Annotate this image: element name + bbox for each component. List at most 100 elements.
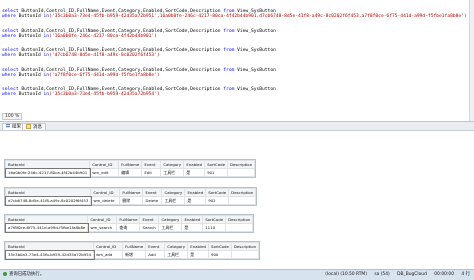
- column-header[interactable]: ButtonId: [4, 242, 95, 251]
- table-cell[interactable]: 是: [183, 168, 206, 177]
- table-cell[interactable]: Delete: [142, 196, 163, 205]
- sql-line-10[interactable]: where ButtonId in('35c3b0a3-73e4-45fb-b9…: [2, 92, 160, 97]
- table-cell[interactable]: 工具栏: [158, 223, 183, 232]
- table-cell[interactable]: 16a0b0fe-246c-4217-80ca-4f42b44b901: [4, 167, 91, 178]
- table-cell[interactable]: wm_delete: [90, 196, 121, 205]
- sql-token: from: [223, 68, 238, 73]
- column-header[interactable]: FullName: [118, 160, 143, 169]
- column-header[interactable]: ButtonId: [4, 215, 89, 224]
- column-header[interactable]: SortCode: [205, 188, 230, 197]
- sql-token: where: [2, 73, 19, 78]
- tab-messages[interactable]: 消息: [22, 123, 46, 131]
- status-database: DB_BugCloud: [397, 272, 427, 277]
- sql-line-8[interactable]: where ButtonId in('a7f8f0ce-6f75-441d-a9…: [2, 73, 160, 78]
- table-cell[interactable]: wm_add: [93, 250, 124, 259]
- column-header[interactable]: Category: [158, 215, 183, 224]
- column-header[interactable]: FullName: [122, 242, 147, 251]
- table-cell[interactable]: [225, 223, 254, 232]
- table-cell[interactable]: 删除: [119, 196, 144, 205]
- sql-line-4[interactable]: where ButtonId in('16a0b0fe-246c-4217-80…: [2, 34, 157, 39]
- table-cell[interactable]: 901: [204, 168, 228, 177]
- sql-token: where: [2, 14, 19, 19]
- table-cell[interactable]: 是: [187, 250, 209, 259]
- column-header[interactable]: FullName: [119, 188, 144, 197]
- column-header[interactable]: Enabled: [183, 160, 206, 169]
- column-header[interactable]: Control_ID: [87, 215, 118, 224]
- table-cell[interactable]: 新增: [122, 250, 147, 259]
- status-time: 00:00:00: [434, 272, 454, 277]
- column-header[interactable]: Control_ID: [89, 160, 120, 169]
- result-grid-3[interactable]: ButtonId Control_ID FullName Event Category E…: [4, 214, 255, 233]
- column-header[interactable]: Category: [164, 242, 189, 251]
- results-tab-bar: 结果 消息: [0, 122, 474, 131]
- grid-icon: [6, 124, 10, 128]
- column-header[interactable]: Description: [228, 188, 257, 197]
- column-header[interactable]: Event: [142, 188, 163, 197]
- table-cell[interactable]: Search: [139, 223, 160, 232]
- zoom-dropdown[interactable]: 100 %: [2, 113, 23, 120]
- column-header[interactable]: ButtonId: [4, 160, 91, 169]
- status-rows: 4 行: [461, 272, 470, 277]
- table-cell[interactable]: 900: [207, 250, 232, 259]
- tab-messages-label: 消息: [33, 125, 42, 130]
- table-row[interactable]: 16a0b0fe-246c-4217-80ca-4f42b44b901 wm_ed…: [4, 167, 256, 178]
- table-cell[interactable]: [226, 168, 256, 177]
- table-row[interactable]: 35c3b0a3-73e4-45fb-b959-42d35a72b954 wm_a…: [4, 249, 260, 260]
- column-header[interactable]: Control_ID: [90, 188, 121, 197]
- column-header[interactable]: Event: [145, 242, 166, 251]
- editor-scrollbar[interactable]: [469, 0, 474, 121]
- column-header[interactable]: Category: [161, 188, 186, 197]
- sql-line-2[interactable]: where ButtonId in('35c3b0a3-73e4-45fb-b9…: [2, 14, 467, 19]
- column-header[interactable]: Enabled: [187, 242, 209, 251]
- table-cell[interactable]: 是: [184, 196, 207, 205]
- sql-line-6[interactable]: where ButtonId in('d7cb6748-8d5e-41f8-a4…: [2, 53, 160, 58]
- table-cell[interactable]: 902: [205, 196, 230, 205]
- column-header[interactable]: SortCode: [202, 215, 227, 224]
- column-header[interactable]: Event: [139, 215, 160, 224]
- column-header[interactable]: ButtonId: [4, 188, 92, 197]
- result-grid-2[interactable]: ButtonId Control_ID FullName Event Category E…: [4, 187, 258, 206]
- column-header[interactable]: Event: [141, 160, 162, 169]
- column-header[interactable]: SortCode: [204, 160, 228, 169]
- table-row[interactable]: a7f8f0ce-6f75-441d-a99d-f5fbe1fa8b8e wm_s…: [4, 222, 254, 233]
- table-cell[interactable]: 工具栏: [160, 168, 185, 177]
- table-cell[interactable]: d7cb6748-8d5e-41f8-a49c-8c0202f6f453: [4, 195, 92, 206]
- table-cell[interactable]: 1110: [202, 223, 227, 232]
- sql-token: where: [2, 34, 19, 39]
- table-row[interactable]: d7cb6748-8d5e-41f8-a49c-8c0202f6f453 wm_d…: [4, 195, 257, 206]
- table-cell[interactable]: 35c3b0a3-73e4-45fb-b959-42d35a72b954: [4, 249, 95, 260]
- column-header[interactable]: Category: [160, 160, 185, 169]
- column-header[interactable]: Description: [226, 160, 256, 169]
- table-cell[interactable]: wm_edit: [89, 168, 120, 177]
- column-header[interactable]: Control_ID: [93, 242, 124, 251]
- column-header[interactable]: Enabled: [181, 215, 204, 224]
- sql-token: from: [223, 29, 238, 34]
- table-cell[interactable]: a7f8f0ce-6f75-441d-a99d-f5fbe1fa8b8e: [4, 222, 89, 233]
- sql-token: ButtonId: [18, 34, 44, 39]
- table-cell[interactable]: 工具栏: [164, 250, 189, 259]
- column-header[interactable]: FullName: [116, 215, 141, 224]
- sql-token: View_SysButton: [237, 87, 276, 92]
- sql-editor[interactable]: select ButtonId,Control_ID,FullName,Even…: [0, 0, 474, 122]
- result-grid-4[interactable]: ButtonId Control_ID FullName Event Category E…: [4, 241, 261, 260]
- sql-token: ('16a0b0fe-246c-4217-80ca-4f42b44b901'): [49, 34, 157, 39]
- table-cell[interactable]: 是: [181, 223, 204, 232]
- result-grid-1[interactable]: ButtonId Control_ID FullName Event Category E…: [4, 159, 257, 178]
- table-cell[interactable]: Edit: [141, 168, 162, 177]
- column-header[interactable]: Description: [225, 215, 254, 224]
- column-header[interactable]: Description: [230, 242, 260, 251]
- table-cell[interactable]: 工具栏: [161, 196, 186, 205]
- table-cell[interactable]: wm_search: [87, 223, 118, 232]
- sql-token: ('d7cb6748-8d5e-41f8-a49c-8c0202f6f453'): [49, 53, 160, 58]
- sql-token: View_SysButton: [237, 68, 276, 73]
- column-header[interactable]: SortCode: [207, 242, 232, 251]
- table-cell[interactable]: 编辑: [118, 168, 143, 177]
- table-cell[interactable]: Add: [145, 250, 166, 259]
- sql-token: ButtonId: [18, 14, 44, 19]
- table-cell[interactable]: [228, 196, 257, 205]
- table-cell[interactable]: [230, 250, 260, 259]
- column-header[interactable]: Enabled: [184, 188, 207, 197]
- sql-token: ButtonId: [18, 53, 44, 58]
- table-cell[interactable]: 查询: [116, 223, 141, 232]
- sql-token: where: [2, 53, 19, 58]
